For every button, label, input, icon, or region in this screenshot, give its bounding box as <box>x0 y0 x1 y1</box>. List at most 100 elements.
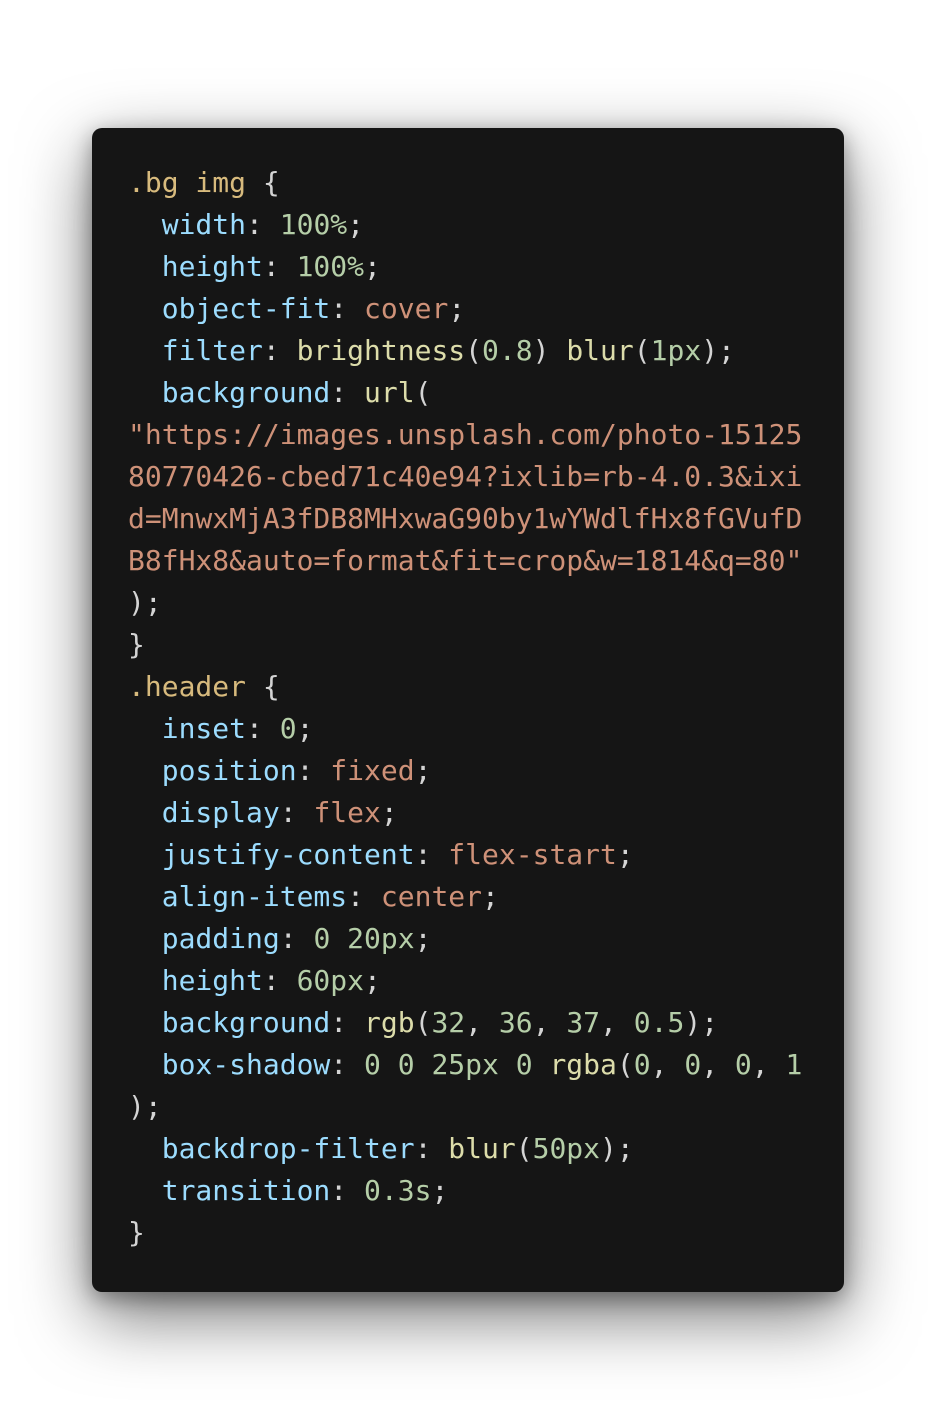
code-line: } <box>128 624 844 666</box>
code-token-punc: ( <box>414 1006 432 1039</box>
page-background: .bg img { width: 100%; height: 100%; obj… <box>0 0 936 1420</box>
code-token-punc: ; <box>448 292 466 325</box>
code-line: .header { <box>128 666 844 708</box>
code-token-fn: blur <box>566 334 634 367</box>
code-token-punc: ; <box>616 838 634 871</box>
code-token-punc: : <box>330 292 365 325</box>
code-line: backdrop-filter: blur(50px); <box>128 1128 844 1170</box>
code-token-num: 100% <box>296 250 365 283</box>
code-token-prop: filter <box>128 334 263 367</box>
code-line: height: 100%; <box>128 246 844 288</box>
code-token-num: 0 <box>684 1048 702 1081</box>
code-line: ); <box>128 1086 844 1128</box>
code-token-punc: : <box>330 1174 365 1207</box>
code-token-fn: rgb <box>364 1006 415 1039</box>
code-token-fn: blur <box>448 1132 516 1165</box>
code-token-str: d=MnwxMjA3fDB8MHxwaG90by1wYWdlfHx8fGVufD <box>128 502 803 535</box>
code-token-punc: : <box>279 922 314 955</box>
code-token-punc: ( <box>414 376 432 409</box>
code-token-punc: ) <box>532 334 567 367</box>
code-line: align-items: center; <box>128 876 844 918</box>
code-token-punc: : <box>246 208 280 241</box>
code-line: inset: 0; <box>128 708 844 750</box>
code-token-punc: ; <box>296 712 314 745</box>
code-line: position: fixed; <box>128 750 844 792</box>
code-token-prop: object-fit <box>128 292 331 325</box>
code-token-prop: height <box>128 964 263 997</box>
code-token-prop: width <box>128 208 247 241</box>
code-token-num: 1px <box>650 334 702 367</box>
code-token-punc: ; <box>431 1174 449 1207</box>
code-token-num: 0.8 <box>482 334 533 367</box>
code-token-num: 100% <box>279 208 348 241</box>
code-token-punc: : <box>296 754 331 787</box>
code-token-prop: justify-content <box>128 838 415 871</box>
code-token-punc: : <box>414 1132 449 1165</box>
code-token-punc: { <box>262 166 280 199</box>
code-token-punc: , <box>532 1006 567 1039</box>
code-line: d=MnwxMjA3fDB8MHxwaG90by1wYWdlfHx8fGVufD <box>128 498 844 540</box>
code-token-punc: ; <box>380 796 398 829</box>
code-line: padding: 0 20px; <box>128 918 844 960</box>
code-token-str: flex <box>313 796 381 829</box>
code-token-punc: , <box>650 1048 685 1081</box>
code-line: object-fit: cover; <box>128 288 844 330</box>
code-token-num: 0 <box>633 1048 651 1081</box>
code-token-num: 32 <box>431 1006 466 1039</box>
code-token-punc: ( <box>515 1132 533 1165</box>
code-line: display: flex; <box>128 792 844 834</box>
code-token-punc: ; <box>347 208 365 241</box>
code-token-punc: : <box>246 712 280 745</box>
code-token-punc: : <box>279 796 314 829</box>
code-token-punc: : <box>330 1048 365 1081</box>
code-line: ); <box>128 582 844 624</box>
code-token-punc: ); <box>701 334 735 367</box>
code-token-prop: background <box>128 376 331 409</box>
code-token-prop: height <box>128 250 263 283</box>
code-token-punc: : <box>330 376 365 409</box>
code-line: .bg img { <box>128 162 844 204</box>
code-token-punc: , <box>465 1006 499 1039</box>
code-token-str: "https://images.unsplash.com/photo-15125 <box>128 418 803 451</box>
code-token-punc: ; <box>364 964 381 997</box>
code-token-punc: : <box>262 964 297 997</box>
code-line: background: rgb(32, 36, 37, 0.5); <box>128 1002 844 1044</box>
code-token-num: 0.3s <box>364 1174 432 1207</box>
code-token-num: 60px <box>296 964 365 997</box>
code-token-punc: ); <box>128 1090 162 1123</box>
code-token-punc: : <box>262 250 297 283</box>
code-token-punc: : <box>414 838 449 871</box>
code-token-num: 36 <box>498 1006 533 1039</box>
code-token-sel: .header <box>128 670 263 703</box>
code-line: 80770426-cbed71c40e94?ixlib=rb-4.0.3&ixi <box>128 456 844 498</box>
code-token-punc: { <box>262 670 280 703</box>
code-token-num: 37 <box>566 1006 601 1039</box>
code-token-punc: ); <box>600 1132 634 1165</box>
code-token-sel: .bg img <box>128 166 263 199</box>
code-token-punc: ( <box>633 334 651 367</box>
code-token-num: 0.5 <box>633 1006 685 1039</box>
code-token-prop: transition <box>128 1174 331 1207</box>
code-token-num: 1 <box>785 1048 803 1081</box>
code-token-punc: , <box>701 1048 735 1081</box>
code-token-str: center <box>380 880 483 913</box>
code-token-punc: ; <box>482 880 499 913</box>
code-token-prop: box-shadow <box>128 1048 331 1081</box>
code-token-fn: url <box>364 376 415 409</box>
code-token-str: cover <box>364 292 449 325</box>
code-line: height: 60px; <box>128 960 844 1002</box>
code-line: filter: brightness(0.8) blur(1px); <box>128 330 844 372</box>
code-token-punc: ); <box>684 1006 719 1039</box>
code-block: .bg img { width: 100%; height: 100%; obj… <box>128 162 844 1254</box>
code-token-prop: padding <box>128 922 280 955</box>
code-token-punc: : <box>262 334 297 367</box>
code-token-num: 0 0 25px 0 <box>364 1048 550 1081</box>
code-token-str: B8fHx8&auto=format&fit=crop&w=1814&q=80" <box>128 544 803 577</box>
code-line: width: 100%; <box>128 204 844 246</box>
code-token-punc: , <box>751 1048 786 1081</box>
code-token-num: 0 <box>279 712 297 745</box>
code-token-punc: : <box>347 880 381 913</box>
code-token-prop: display <box>128 796 280 829</box>
code-token-num: 0 <box>734 1048 752 1081</box>
code-token-punc: ; <box>414 754 432 787</box>
